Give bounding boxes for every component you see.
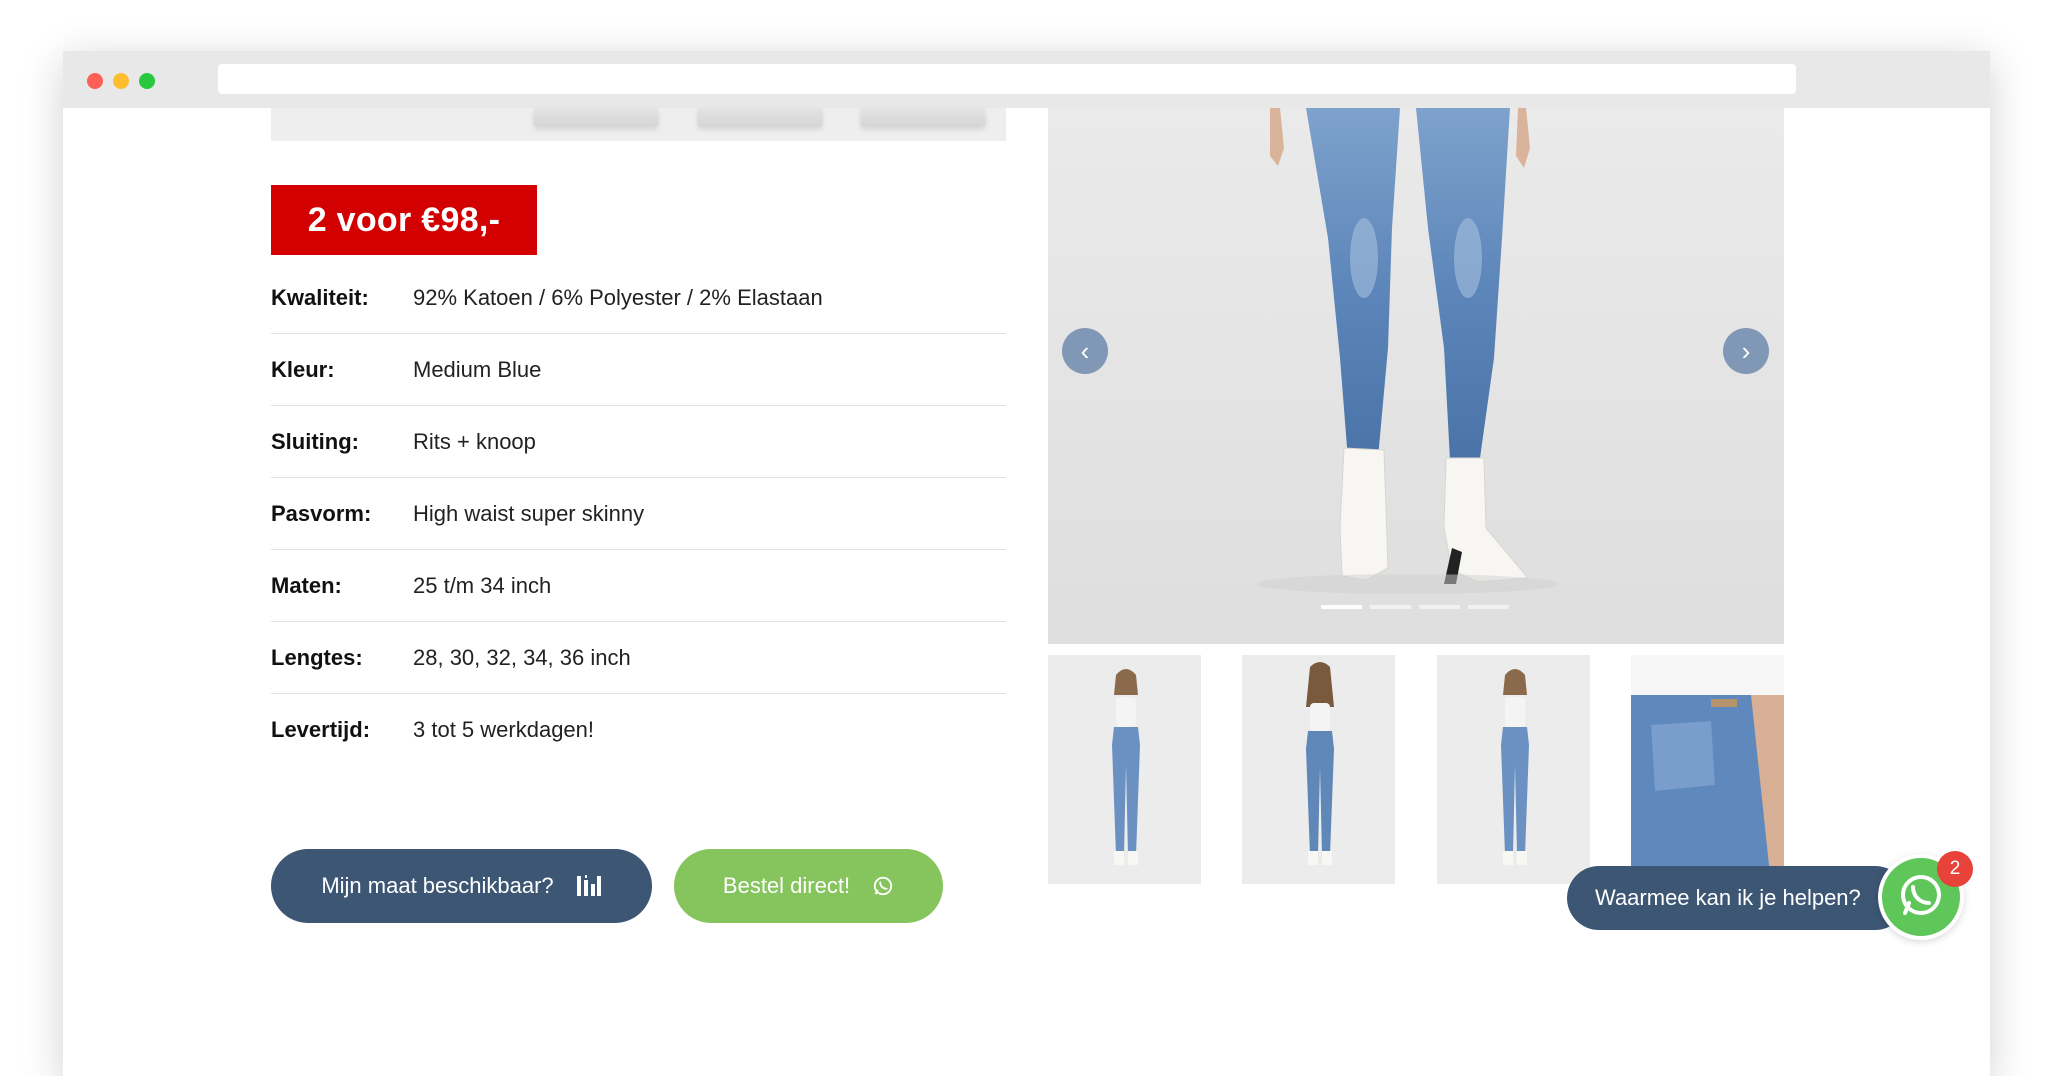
spec-label: Lengtes: (271, 644, 363, 670)
page-viewport: 2 voor €98,- Kwaliteit: 92% Katoen / 6% … (63, 108, 1990, 1076)
order-now-label: Bestel direct! (722, 873, 851, 898)
check-size-label: Mijn maat beschikbaar? (321, 873, 554, 898)
spec-label: Sluiting: (271, 428, 359, 454)
carousel-dot[interactable] (1468, 605, 1509, 609)
model-front-photo (1048, 655, 1201, 884)
model-back-photo (1242, 655, 1395, 884)
spec-value: Rits + knoop (413, 428, 536, 454)
previous-thumbnail (861, 108, 985, 126)
spec-label: Pasvorm: (271, 500, 372, 526)
spec-label: Levertijd: (271, 717, 371, 742)
spec-value: High waist super skinny (413, 500, 645, 526)
spec-value: Medium Blue (413, 356, 542, 382)
address-bar[interactable] (218, 64, 1796, 94)
spec-row-delivery: Levertijd: 3 tot 5 werkdagen! (271, 694, 1006, 766)
previous-thumbnail (534, 108, 658, 126)
chat-prompt-label: Waarmee kan ik je helpen? (1595, 885, 1861, 910)
spec-label: Kleur: (271, 356, 335, 382)
screenshot-stage: 2 voor €98,- Kwaliteit: 92% Katoen / 6% … (0, 0, 2048, 1076)
spec-value: 25 t/m 34 inch (413, 572, 552, 598)
order-now-button[interactable]: Bestel direct! (674, 849, 943, 923)
carousel-indicators (1321, 605, 1509, 609)
product-spec-table: Kwaliteit: 92% Katoen / 6% Polyester / 2… (271, 262, 1006, 766)
jeans-back-detail-photo (1631, 655, 1784, 884)
jeans-model-photo (1048, 108, 1784, 644)
gallery-thumbnail[interactable] (1631, 655, 1784, 884)
promo-badge: 2 voor €98,- (271, 185, 537, 255)
size-chart-icon (576, 874, 602, 898)
spec-row-color: Kleur: Medium Blue (271, 334, 1006, 406)
product-main-image[interactable]: ‹ › (1048, 108, 1784, 644)
spec-label: Kwaliteit: (271, 284, 369, 310)
model-front-photo-2 (1437, 655, 1590, 884)
previous-section-strip (271, 108, 1006, 141)
check-size-button[interactable]: Mijn maat beschikbaar? (271, 849, 652, 923)
maximize-window-dot[interactable] (139, 73, 155, 89)
spec-row-lengths: Lengtes: 28, 30, 32, 34, 36 inch (271, 622, 1006, 694)
browser-toolbar (63, 51, 1990, 108)
chevron-left-icon[interactable]: ‹ (1062, 328, 1108, 374)
whatsapp-icon (872, 875, 894, 897)
close-window-dot[interactable] (87, 73, 103, 89)
chevron-right-icon[interactable]: › (1723, 328, 1769, 374)
previous-thumbnail (698, 108, 822, 126)
spec-value: 3 tot 5 werkdagen! (413, 717, 595, 742)
chat-prompt-button[interactable]: Waarmee kan ik je helpen? (1567, 866, 1907, 930)
spec-value: 92% Katoen / 6% Polyester / 2% Elastaan (413, 284, 823, 310)
spec-row-quality: Kwaliteit: 92% Katoen / 6% Polyester / 2… (271, 262, 1006, 334)
gallery-thumbnail[interactable] (1242, 655, 1395, 884)
carousel-dot[interactable] (1370, 605, 1411, 609)
gallery-thumbnail[interactable] (1437, 655, 1590, 884)
carousel-dot[interactable] (1419, 605, 1460, 609)
spec-value: 28, 30, 32, 34, 36 inch (413, 644, 631, 670)
spec-row-closure: Sluiting: Rits + knoop (271, 406, 1006, 478)
minimize-window-dot[interactable] (113, 73, 129, 89)
spec-row-sizes: Maten: 25 t/m 34 inch (271, 550, 1006, 622)
carousel-dot[interactable] (1321, 605, 1362, 609)
notification-badge: 2 (1937, 851, 1973, 887)
gallery-thumbnail[interactable] (1048, 655, 1201, 884)
browser-window: 2 voor €98,- Kwaliteit: 92% Katoen / 6% … (63, 51, 1990, 1076)
spec-row-fit: Pasvorm: High waist super skinny (271, 478, 1006, 550)
spec-label: Maten: (271, 572, 342, 598)
